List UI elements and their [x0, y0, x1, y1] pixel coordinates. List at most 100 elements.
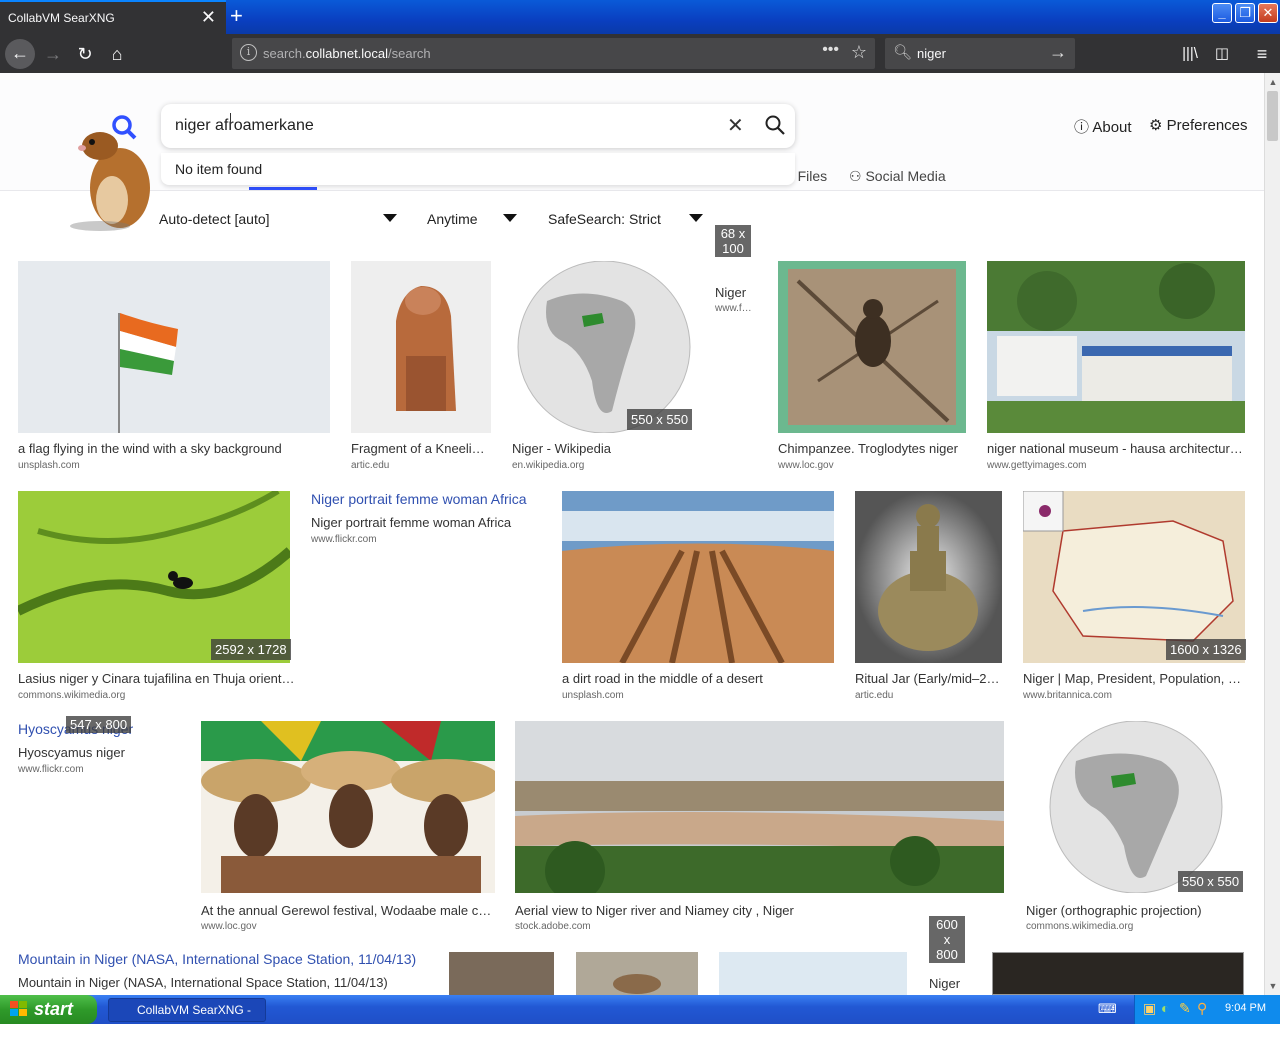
result-thumbnail[interactable] [201, 721, 495, 893]
taskbar-item-firefox[interactable]: CollabVM SearXNG - … [108, 998, 266, 1039]
image-result[interactable]: niger national museum - hausa architectu… [987, 261, 1245, 471]
image-result[interactable]: Mountain in Niger (NASA, International S… [18, 951, 438, 995]
image-result[interactable] [992, 952, 1244, 995]
image-result[interactable] [719, 952, 907, 995]
image-result[interactable]: a flag flying in the wind with a sky bac… [18, 261, 330, 471]
result-caption[interactable]: Mountain in Niger (NASA, International S… [18, 975, 438, 990]
vertical-scrollbar[interactable]: ▲ ▼ [1264, 73, 1280, 995]
scroll-up-icon[interactable]: ▲ [1267, 75, 1279, 89]
result-caption[interactable]: Chimpanzee. Troglodytes niger [778, 441, 966, 456]
library-icon[interactable]: |||\ [1176, 40, 1204, 68]
language-select[interactable]: Auto-detect [auto] [159, 211, 270, 227]
result-caption[interactable]: Niger [929, 976, 969, 991]
tray-icon[interactable]: ⚲ [1197, 1000, 1207, 1017]
start-button[interactable]: start [0, 995, 97, 1024]
result-caption[interactable]: Niger portrait femme woman Africa [311, 515, 541, 530]
site-info-icon[interactable]: i [240, 44, 257, 61]
tray-icon[interactable]: ▣ [1143, 1000, 1156, 1017]
search-icon[interactable] [764, 114, 786, 136]
result-thumbnail[interactable] [778, 261, 966, 433]
menu-icon[interactable]: ≡ [1248, 40, 1276, 68]
preferences-link[interactable]: ⚙ Preferences [1149, 116, 1248, 134]
image-result[interactable]: a dirt road in the middle of a desert un… [562, 491, 834, 701]
tab-social-media[interactable]: ⚇ Social Media [849, 168, 946, 185]
window-close-button[interactable]: ✕ [1258, 3, 1278, 23]
image-result[interactable]: Chimpanzee. Troglodytes niger www.loc.go… [778, 261, 966, 471]
result-thumbnail[interactable] [18, 261, 330, 433]
chevron-down-icon[interactable] [689, 214, 703, 222]
result-title-link[interactable]: Mountain in Niger (NASA, International S… [18, 951, 416, 967]
result-thumbnail[interactable] [576, 952, 698, 995]
time-range-select[interactable]: Anytime [427, 211, 478, 227]
image-result[interactable]: 2592 x 1728 Lasius niger y Cinara tujafi… [18, 491, 296, 701]
image-result[interactable]: Hyoscyamus niger 547 x 800 Hyoscyamus ni… [18, 716, 178, 798]
home-icon[interactable]: ⌂ [103, 40, 131, 68]
result-caption[interactable]: niger national museum - hausa architectu… [987, 441, 1245, 456]
result-caption[interactable]: a flag flying in the wind with a sky bac… [18, 441, 330, 456]
image-result[interactable]: Niger portrait femme woman Africa Niger … [311, 491, 541, 571]
result-caption[interactable]: a dirt road in the middle of a desert [562, 671, 834, 686]
result-caption[interactable]: Fragment of a Kneeli… [351, 441, 491, 456]
image-result[interactable]: Fragment of a Kneeli… artic.edu [351, 261, 491, 471]
image-result[interactable]: At the annual Gerewol festival, Wodaabe … [201, 721, 495, 932]
restore-button[interactable]: ❐ [1235, 3, 1255, 23]
image-result[interactable]: 68 x 100 Niger www.f… [715, 225, 755, 315]
search-input-value[interactable]: niger afroamerkane [175, 117, 314, 135]
result-thumbnail[interactable] [512, 261, 697, 433]
about-link[interactable]: ⓘ About [1074, 116, 1132, 137]
clock[interactable]: 9:04 PM [1225, 1002, 1266, 1014]
result-thumbnail[interactable] [18, 491, 290, 663]
image-result[interactable]: Aerial view to Niger river and Niamey ci… [515, 721, 1004, 932]
result-caption[interactable]: Lasius niger y Cinara tujafilina en Thuj… [18, 671, 296, 686]
result-caption[interactable]: Niger - Wikipedia [512, 441, 697, 456]
image-result[interactable]: 1600 x 1326 Niger | Map, President, Popu… [1023, 491, 1248, 701]
search-go-icon[interactable]: → [1049, 42, 1067, 63]
result-thumbnail[interactable] [992, 952, 1244, 995]
image-result[interactable] [576, 952, 698, 995]
chevron-down-icon[interactable] [383, 214, 397, 222]
result-thumbnail[interactable] [1023, 491, 1245, 663]
search-input[interactable]: niger afroamerkane ✕ [161, 104, 795, 148]
result-caption[interactable]: Hyoscyamus niger [18, 745, 178, 760]
reload-icon[interactable]: ↻ [71, 40, 99, 68]
image-result[interactable]: Ritual Jar (Early/mid–2… artic.edu [855, 491, 1002, 701]
image-result[interactable] [449, 952, 554, 995]
safesearch-select[interactable]: SafeSearch: Strict [548, 211, 661, 227]
browser-search-text[interactable]: niger [917, 46, 946, 61]
forward-icon[interactable]: → [39, 40, 67, 68]
result-thumbnail[interactable] [351, 261, 491, 433]
chevron-down-icon[interactable] [503, 214, 517, 222]
browser-search-bar[interactable]: 🔍︎ niger → [885, 38, 1075, 69]
bookmark-star-icon[interactable]: ☆ [851, 42, 867, 63]
tab-close-icon[interactable]: ✕ [201, 8, 216, 26]
result-caption[interactable]: At the annual Gerewol festival, Wodaabe … [201, 903, 495, 918]
new-tab-icon[interactable]: + [230, 4, 243, 28]
scroll-down-icon[interactable]: ▼ [1267, 979, 1279, 993]
scrollbar-thumb[interactable] [1267, 91, 1278, 141]
result-thumbnail[interactable] [855, 491, 1002, 663]
result-caption[interactable]: Niger | Map, President, Population, … [1023, 671, 1245, 686]
page-actions-icon[interactable]: ••• [822, 41, 839, 59]
image-result[interactable]: 550 x 550 Niger - Wikipedia en.wikipedia… [512, 261, 697, 471]
browser-tab[interactable]: CollabVM SearXNG ✕ [0, 0, 226, 34]
result-thumbnail[interactable] [987, 261, 1245, 433]
result-caption[interactable]: Niger (orthographic projection) [1026, 903, 1248, 918]
result-thumbnail[interactable] [719, 952, 907, 995]
minimize-button[interactable]: _ [1212, 3, 1232, 23]
window-caption-bar[interactable] [220, 0, 1280, 34]
hamster-logo[interactable] [60, 108, 155, 233]
tray-icon[interactable]: ✎ [1179, 1000, 1191, 1017]
result-thumbnail[interactable] [449, 952, 554, 995]
keyboard-icon[interactable]: ⌨ [1098, 1001, 1117, 1017]
result-caption[interactable]: Niger [715, 285, 755, 300]
image-result[interactable]: 550 x 550 Niger (orthographic projection… [1026, 721, 1248, 932]
url-text[interactable]: search.collabnet.local/search [263, 46, 431, 61]
result-thumbnail[interactable] [562, 491, 834, 663]
tray-icon[interactable]: ◐ [1161, 1000, 1169, 1016]
url-bar[interactable]: i search.collabnet.local/search ••• ☆ [232, 38, 875, 69]
result-thumbnail[interactable] [515, 721, 1004, 893]
result-caption[interactable]: Ritual Jar (Early/mid–2… [855, 671, 1002, 686]
image-result[interactable]: 600 x 800 Niger [929, 916, 969, 995]
clear-icon[interactable]: ✕ [727, 113, 744, 138]
result-thumbnail[interactable] [1026, 721, 1248, 893]
